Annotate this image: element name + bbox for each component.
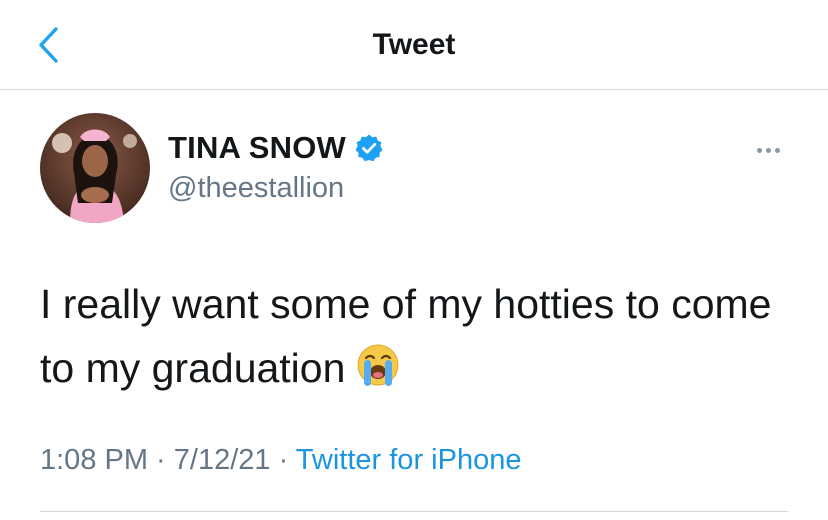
profile-photo [40, 113, 150, 223]
meta-separator: · [148, 444, 174, 476]
tweet-text: I really want some of my hotties to come… [40, 281, 772, 391]
page-title: Tweet [372, 28, 456, 61]
author-name[interactable]: TINA SNOW [168, 130, 346, 166]
verified-badge-icon [355, 134, 383, 162]
more-horizontal-icon [756, 147, 762, 153]
top-nav-bar: Tweet [0, 0, 828, 90]
loudly-crying-face-emoji [357, 344, 399, 386]
tweet-body: I really want some of my hotties to come… [40, 272, 800, 400]
avatar[interactable] [40, 113, 150, 223]
meta-separator: · [270, 444, 296, 476]
more-options-button[interactable] [748, 136, 788, 164]
author-row[interactable]: TINA SNOW [168, 130, 384, 166]
divider [40, 511, 788, 512]
tweet-meta: 1:08 PM · 7/12/21 · Twitter for iPhone [40, 444, 521, 477]
tweet-source-link[interactable]: Twitter for iPhone [296, 444, 522, 476]
author-handle[interactable]: @theestallion [168, 172, 344, 205]
tweet-date[interactable]: 7/12/21 [174, 444, 271, 476]
tweet-time[interactable]: 1:08 PM [40, 444, 148, 476]
